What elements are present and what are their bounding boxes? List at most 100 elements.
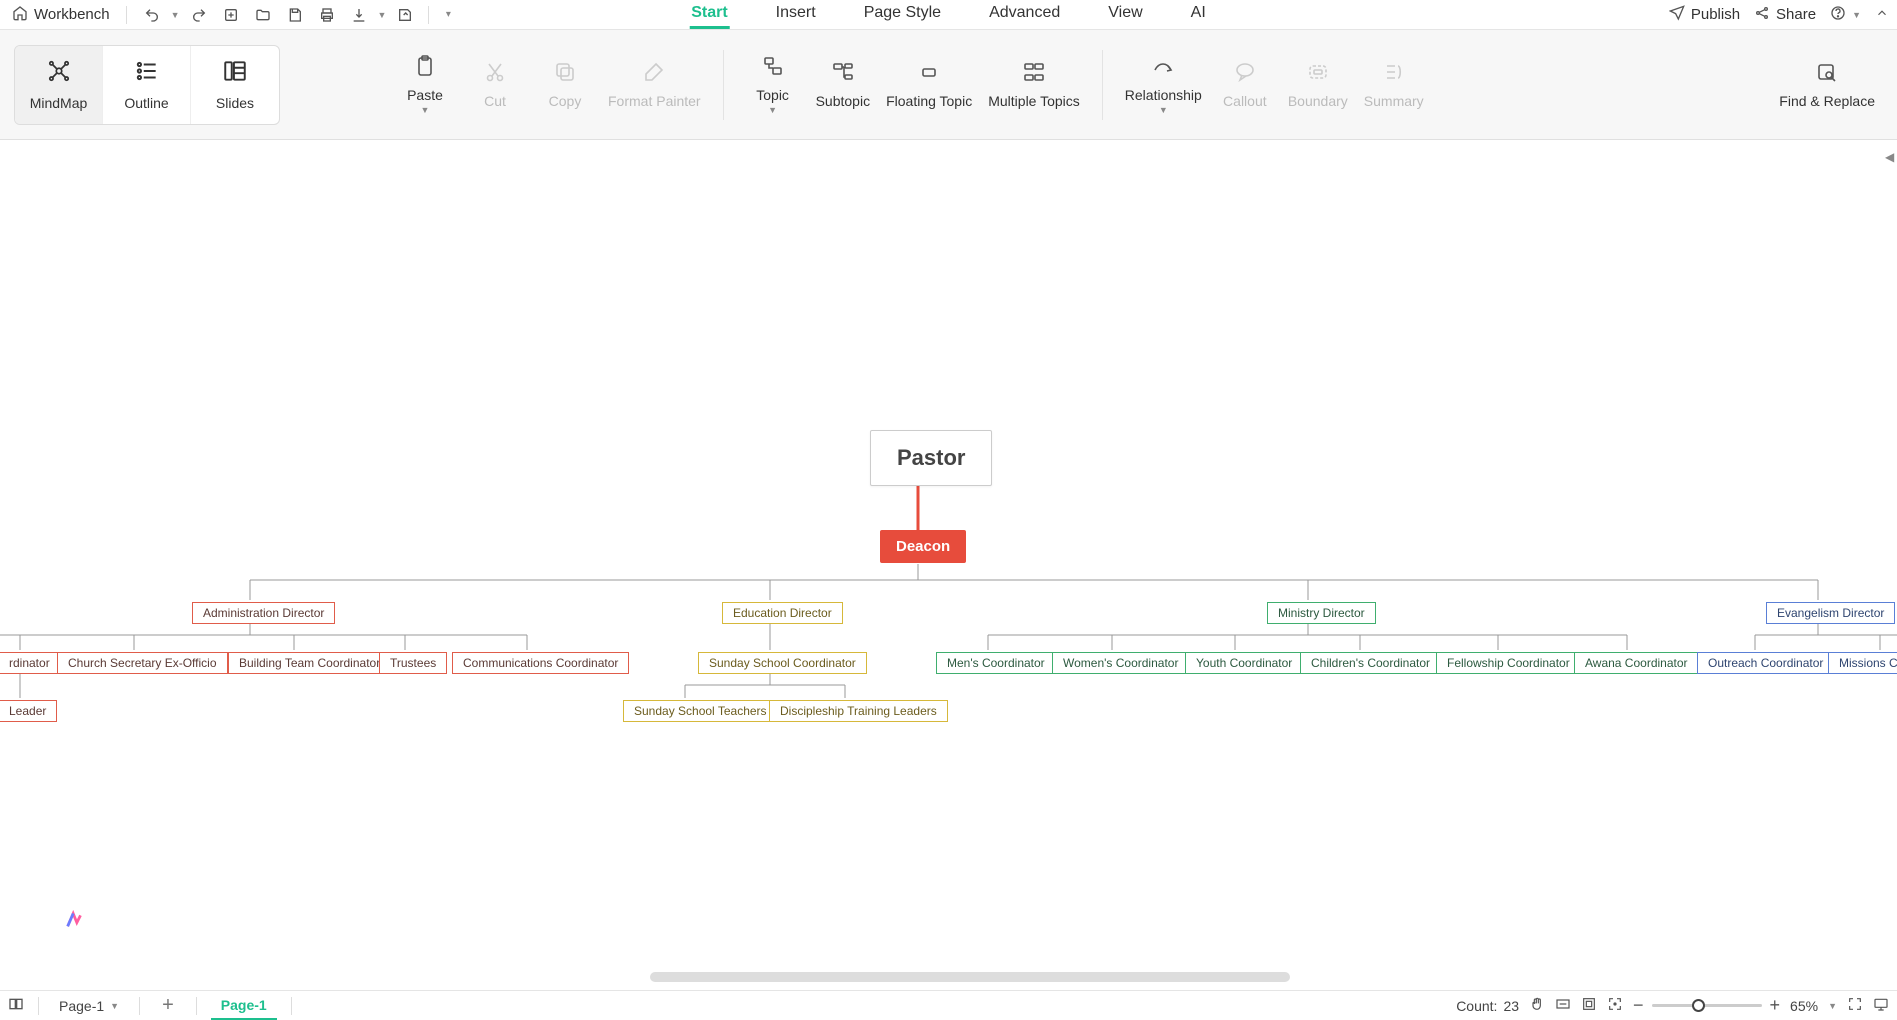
- node-sunday-school-teachers[interactable]: Sunday School Teachers: [623, 700, 778, 722]
- callout-button[interactable]: Callout: [1210, 41, 1280, 129]
- horizontal-scrollbar[interactable]: [650, 972, 1290, 982]
- format-painter-button[interactable]: Format Painter: [600, 41, 709, 129]
- tab-advanced[interactable]: Advanced: [987, 0, 1062, 29]
- page-list-icon[interactable]: [8, 996, 24, 1015]
- node-fellowship-coord[interactable]: Fellowship Coordinator: [1436, 652, 1581, 674]
- callout-icon: [1233, 60, 1257, 87]
- undo-button[interactable]: [139, 2, 165, 28]
- page-tab-1[interactable]: Page-1: [211, 992, 277, 1020]
- redo-button[interactable]: [186, 2, 212, 28]
- page-select[interactable]: Page-1 ▼: [53, 996, 125, 1016]
- relationship-button[interactable]: Relationship ▼: [1117, 41, 1210, 129]
- node-discipleship-leaders[interactable]: Discipleship Training Leaders: [769, 700, 948, 722]
- find-replace-button[interactable]: Find & Replace: [1771, 41, 1883, 129]
- node-trustees[interactable]: Trustees: [379, 652, 447, 674]
- slides-icon: [222, 58, 248, 87]
- export-caret[interactable]: ▼: [378, 10, 387, 20]
- view-mindmap-label: MindMap: [30, 95, 88, 111]
- publish-label: Publish: [1691, 6, 1740, 23]
- help-icon: [1830, 5, 1846, 25]
- node-leader[interactable]: Leader: [0, 700, 57, 722]
- tab-insert[interactable]: Insert: [774, 0, 818, 29]
- zoom-knob[interactable]: [1692, 999, 1705, 1012]
- copy-button[interactable]: Copy: [530, 41, 600, 129]
- separator: [196, 997, 197, 1015]
- qat-customize-button[interactable]: ▾: [439, 2, 457, 28]
- zoom-caret[interactable]: ▼: [1828, 1001, 1837, 1011]
- separator: [126, 6, 127, 24]
- open-button[interactable]: [250, 2, 276, 28]
- node-womens-coord[interactable]: Women's Coordinator: [1052, 652, 1189, 674]
- node-ministry-director[interactable]: Ministry Director: [1267, 602, 1376, 624]
- node-evangelism-director[interactable]: Evangelism Director: [1766, 602, 1895, 624]
- tab-start[interactable]: Start: [689, 0, 729, 29]
- help-button[interactable]: ▼: [1830, 5, 1861, 25]
- zoom-track[interactable]: [1652, 1004, 1762, 1007]
- view-slides-label: Slides: [216, 95, 254, 111]
- multiple-topics-button[interactable]: Multiple Topics: [980, 41, 1088, 129]
- add-page-button[interactable]: +: [154, 994, 182, 1017]
- node-sunday-school-coord[interactable]: Sunday School Coordinator: [698, 652, 867, 674]
- save-button[interactable]: [282, 2, 308, 28]
- hand-tool-icon[interactable]: [1529, 996, 1545, 1015]
- node-admin-director[interactable]: Administration Director: [192, 602, 335, 624]
- share-button[interactable]: Share: [1754, 5, 1816, 25]
- view-outline[interactable]: Outline: [103, 46, 191, 124]
- paste-button[interactable]: Paste ▼: [390, 41, 460, 129]
- summary-label: Summary: [1364, 93, 1424, 109]
- separator: [139, 997, 140, 1015]
- node-missions-coord-cut[interactable]: Missions Coo: [1828, 652, 1897, 674]
- node-building-team[interactable]: Building Team Coordinator: [228, 652, 391, 674]
- node-pastor[interactable]: Pastor: [870, 430, 992, 486]
- zoom-percent[interactable]: 65%: [1790, 998, 1818, 1014]
- chevron-down-icon: ▼: [1159, 105, 1168, 115]
- export-button[interactable]: [346, 2, 372, 28]
- zoom-out-button[interactable]: −: [1633, 995, 1644, 1016]
- collapse-ribbon-button[interactable]: [1875, 6, 1889, 24]
- node-deacon[interactable]: Deacon: [880, 530, 966, 563]
- org-chart: Pastor Deacon Administration Director Ed…: [0, 140, 1897, 990]
- view-switch: MindMap Outline Slides: [14, 45, 280, 125]
- fit-width-icon[interactable]: [1555, 996, 1571, 1015]
- fit-selection-icon[interactable]: [1607, 996, 1623, 1015]
- copy-label: Copy: [549, 93, 582, 109]
- import-button[interactable]: [392, 2, 418, 28]
- tab-page-style[interactable]: Page Style: [862, 0, 943, 29]
- node-admin-coord-cut[interactable]: rdinator: [0, 652, 61, 674]
- node-youth-coord[interactable]: Youth Coordinator: [1185, 652, 1303, 674]
- view-slides[interactable]: Slides: [191, 46, 279, 124]
- publish-button[interactable]: Publish: [1669, 5, 1740, 25]
- tab-view[interactable]: View: [1106, 0, 1144, 29]
- node-awana-coord[interactable]: Awana Coordinator: [1574, 652, 1699, 674]
- canvas[interactable]: Pastor Deacon Administration Director Ed…: [0, 140, 1897, 990]
- subtopic-button[interactable]: Subtopic: [808, 41, 878, 129]
- topic-icon: [761, 54, 785, 81]
- tab-ai[interactable]: AI: [1189, 0, 1208, 29]
- undo-caret[interactable]: ▼: [171, 10, 180, 20]
- view-mindmap[interactable]: MindMap: [15, 46, 103, 124]
- boundary-button[interactable]: Boundary: [1280, 41, 1356, 129]
- node-outreach-coord[interactable]: Outreach Coordinator: [1697, 652, 1834, 674]
- node-education-director[interactable]: Education Director: [722, 602, 843, 624]
- node-childrens-coord[interactable]: Children's Coordinator: [1300, 652, 1441, 674]
- node-comm-coord[interactable]: Communications Coordinator: [452, 652, 629, 674]
- node-mens-coord[interactable]: Men's Coordinator: [936, 652, 1056, 674]
- zoom-in-button[interactable]: +: [1770, 995, 1781, 1016]
- fit-page-icon[interactable]: [1581, 996, 1597, 1015]
- presentation-icon[interactable]: [1873, 996, 1889, 1015]
- topic-button[interactable]: Topic ▼: [738, 41, 808, 129]
- print-button[interactable]: [314, 2, 340, 28]
- summary-button[interactable]: Summary: [1356, 41, 1432, 129]
- summary-icon: [1382, 60, 1406, 87]
- callout-label: Callout: [1223, 93, 1267, 109]
- floating-topic-button[interactable]: Floating Topic: [878, 41, 980, 129]
- cut-button[interactable]: Cut: [460, 41, 530, 129]
- new-button[interactable]: [218, 2, 244, 28]
- side-panel-toggle[interactable]: ◀: [1885, 150, 1895, 166]
- fullscreen-icon[interactable]: [1847, 996, 1863, 1015]
- outline-icon: [134, 58, 160, 87]
- zoom-slider[interactable]: − +: [1633, 995, 1780, 1016]
- workbench-button[interactable]: Workbench: [8, 5, 114, 25]
- node-church-secretary[interactable]: Church Secretary Ex-Officio: [57, 652, 228, 674]
- multiple-topics-icon: [1022, 60, 1046, 87]
